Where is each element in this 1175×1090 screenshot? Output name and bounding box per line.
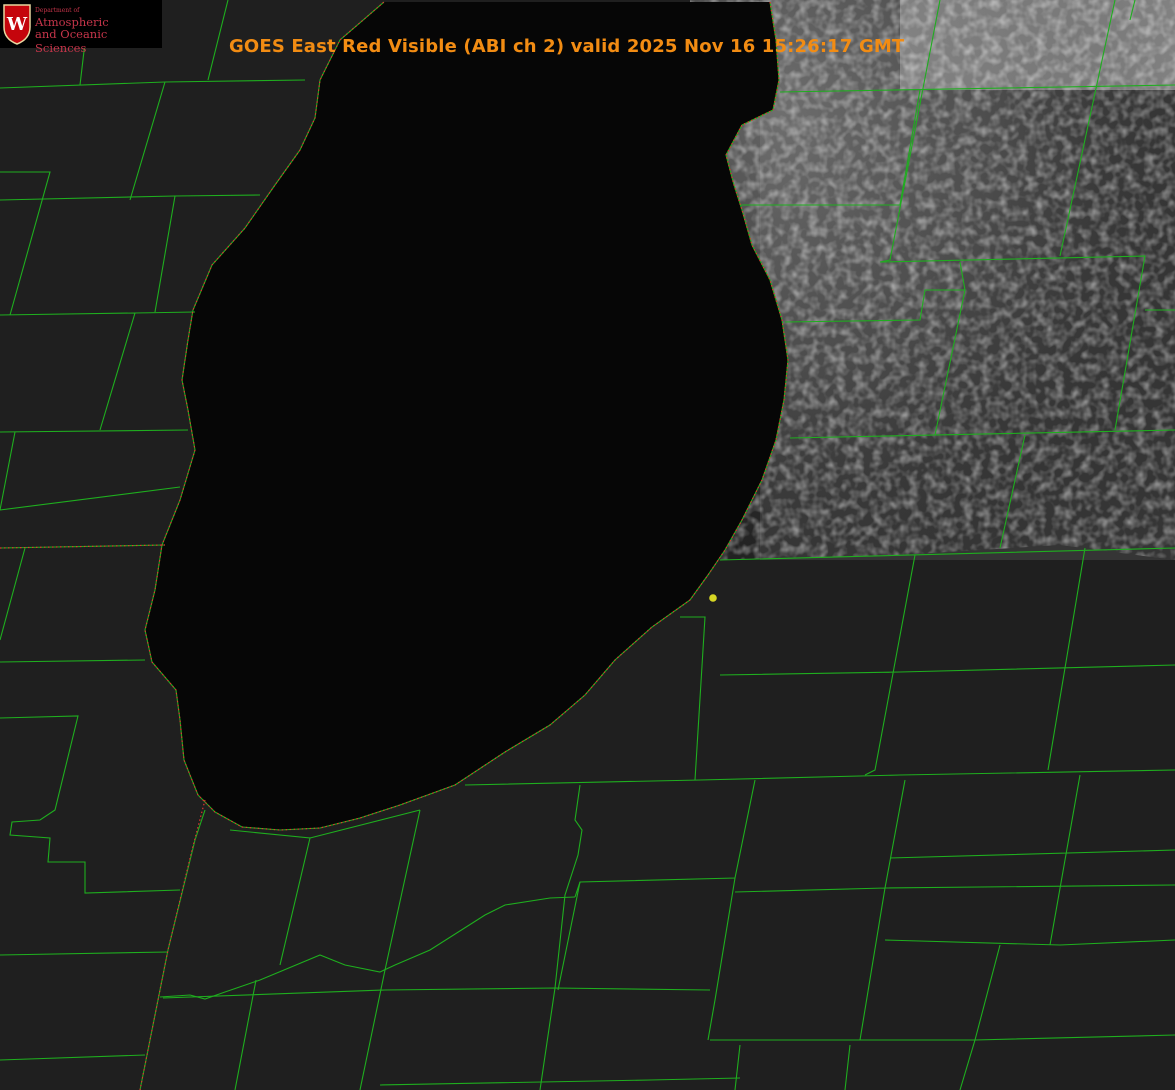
satellite-map-viewer: W Department of Atmospheric and Oceanic … [0, 0, 1175, 1090]
location-dot-icon [709, 594, 717, 602]
image-title: GOES East Red Visible (ABI ch 2) valid 2… [229, 36, 905, 57]
aos-logo: W Department of Atmospheric and Oceanic … [0, 0, 162, 55]
uw-crest-icon: W [3, 4, 31, 45]
logo-line-oceanic: and Oceanic Sciences [35, 27, 108, 55]
satellite-map [0, 0, 1175, 1090]
logo-dept-text: Department of [35, 7, 80, 14]
svg-text:W: W [6, 14, 28, 35]
